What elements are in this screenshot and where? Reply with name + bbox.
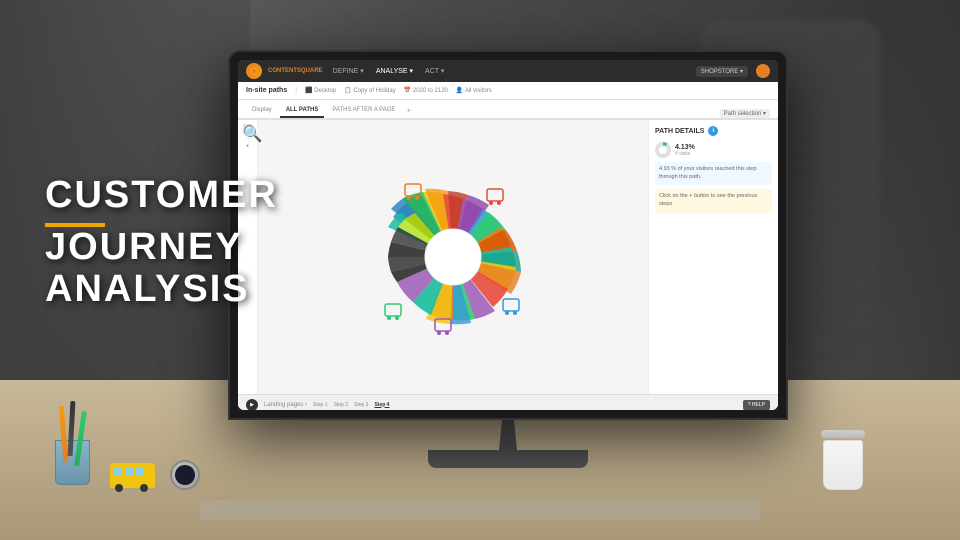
watch-display xyxy=(175,465,195,485)
bus-window-3 xyxy=(136,467,144,475)
landing-pages-label: Landing pages › xyxy=(264,402,307,408)
bus-window-1 xyxy=(114,467,122,475)
step-2[interactable]: Step 2 xyxy=(334,402,348,408)
coffee-lid xyxy=(821,430,865,438)
watch-face xyxy=(170,460,200,490)
hero-line3: ANALYSIS xyxy=(45,269,278,311)
nav-define[interactable]: DEFINE ▾ xyxy=(333,67,364,75)
keyboard xyxy=(200,500,760,520)
cup-body xyxy=(55,440,90,485)
cart-icon-left xyxy=(385,304,401,320)
nav-act[interactable]: ACT ▾ xyxy=(425,67,444,75)
brand-logo xyxy=(246,63,262,79)
monitor-screen: CONTENTSQUARE DEFINE ▾ ANALYSE ▾ ACT ▾ S… xyxy=(238,60,778,410)
stat-donut-chart xyxy=(655,142,671,158)
user-avatar[interactable] xyxy=(756,64,770,78)
brand-name: CONTENTSQUARE xyxy=(268,68,323,74)
panel-title: PATH DETAILS i xyxy=(655,126,772,136)
tab-all-paths[interactable]: ALL PATHS xyxy=(280,104,325,118)
nav-analyse[interactable]: ANALYSE ▾ xyxy=(376,67,413,75)
watch xyxy=(170,460,200,490)
panel-hint: Click on the + button to see the previou… xyxy=(655,189,772,212)
cart-icon-right xyxy=(503,299,519,315)
path-selection-btn[interactable]: Path selection ▾ xyxy=(720,109,770,118)
panel-info-badge[interactable]: i xyxy=(708,126,718,136)
breadcrumb-desktop[interactable]: ⬛ Desktop xyxy=(305,87,336,94)
step-4[interactable]: Step 4 xyxy=(374,402,389,408)
bus-window-2 xyxy=(125,467,133,475)
stat-row: 4.13% # visits xyxy=(655,142,772,158)
hero-line2: JOURNEY xyxy=(45,227,278,269)
cart-icon-top xyxy=(487,189,503,205)
panel-description: 4.93 % of your visitors reached this ste… xyxy=(655,162,772,185)
step-1[interactable]: Step 1 xyxy=(313,402,327,408)
stat-percentage: 4.13% xyxy=(675,144,695,151)
bus-wheel-2 xyxy=(140,484,148,492)
coffee-cup xyxy=(823,430,865,490)
monitor: CONTENTSQUARE DEFINE ▾ ANALYSE ▾ ACT ▾ S… xyxy=(228,50,788,420)
pencil-cup xyxy=(55,440,90,485)
radial-chart xyxy=(353,157,553,357)
chart-area xyxy=(258,120,648,394)
top-nav: DEFINE ▾ ANALYSE ▾ ACT ▾ xyxy=(333,67,445,75)
date-range[interactable]: 📅 2020 to 2120 xyxy=(404,87,448,94)
toy-bus xyxy=(110,463,155,488)
hero-line1: CUSTOMER xyxy=(45,175,278,217)
tab-add[interactable]: + xyxy=(403,103,414,118)
bottombar: ▶ Landing pages › Step 1 Step 2 Step 3 S… xyxy=(238,394,778,410)
stat-label: # visits xyxy=(675,151,695,157)
monitor-base xyxy=(428,450,588,468)
monitor-neck xyxy=(493,420,523,450)
subnav: In-site paths | ⬛ Desktop 📋 Copy of Holi… xyxy=(238,82,778,100)
topbar: CONTENTSQUARE DEFINE ▾ ANALYSE ▾ ACT ▾ S… xyxy=(238,60,778,82)
coffee-body xyxy=(823,440,863,490)
scene: CUSTOMER JOURNEY ANALYSIS CONTENTSQUARE xyxy=(0,0,960,540)
store-selector[interactable]: SHOPSTORE ▾ xyxy=(696,66,748,77)
monitor-container: CONTENTSQUARE DEFINE ▾ ANALYSE ▾ ACT ▾ S… xyxy=(228,50,788,468)
breadcrumb-copy[interactable]: 📋 Copy of Holiday xyxy=(344,87,396,94)
topbar-right: SHOPSTORE ▾ xyxy=(696,64,770,78)
page-title: In-site paths xyxy=(246,87,287,94)
right-panel: PATH DETAILS i xyxy=(648,120,778,394)
steps-nav: Step 1 Step 2 Step 3 Step 4 xyxy=(313,402,389,408)
tab-paths-after[interactable]: PATHS AFTER A PAGE xyxy=(326,104,401,118)
bus-wheel-1 xyxy=(115,484,123,492)
hero-text-block: CUSTOMER JOURNEY ANALYSIS xyxy=(45,175,278,310)
step-3[interactable]: Step 3 xyxy=(354,402,368,408)
play-button[interactable]: ▶ xyxy=(246,399,258,411)
tabs-row: Display ALL PATHS PATHS AFTER A PAGE + P… xyxy=(238,100,778,120)
bus-body xyxy=(110,463,155,488)
screen-content: 🔍 ● xyxy=(238,120,778,394)
tab-display[interactable]: Display xyxy=(246,104,278,118)
visitors-filter[interactable]: 👤 All visitors xyxy=(456,87,492,94)
sidebar-divider xyxy=(244,138,252,139)
help-button[interactable]: ? HELP xyxy=(743,400,770,410)
sidebar-dot: ● xyxy=(246,143,249,149)
search-icon[interactable]: 🔍 xyxy=(243,124,253,134)
